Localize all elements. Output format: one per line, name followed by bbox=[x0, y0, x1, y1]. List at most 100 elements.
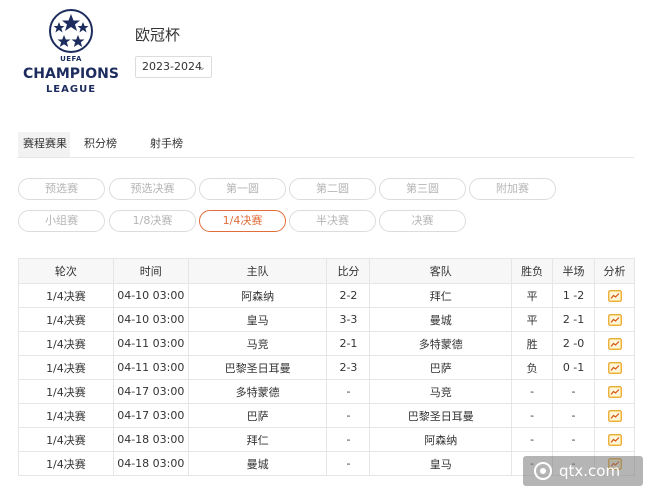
cell-halftime: - bbox=[552, 427, 596, 452]
cell-away-team[interactable]: 巴黎圣日耳曼 bbox=[369, 403, 513, 428]
round-third[interactable]: 第三圆 bbox=[379, 178, 466, 200]
col-header-home: 主队 bbox=[187, 258, 328, 284]
logo-champions-text: CHAMPIONS bbox=[23, 66, 119, 82]
starball-icon bbox=[49, 9, 93, 53]
cell-result: - bbox=[511, 379, 554, 404]
tab-schedule[interactable]: 赛程赛果 bbox=[18, 132, 70, 157]
cell-home-team[interactable]: 曼城 bbox=[187, 451, 328, 476]
cell-time: 04-11 03:00 bbox=[112, 331, 189, 356]
schedule-table: 轮次 时间 主队 比分 客队 胜负 半场 分析 1/4决赛 04-10 03:00… bbox=[18, 258, 635, 476]
cell-round: 1/4决赛 bbox=[18, 427, 114, 452]
cell-analysis bbox=[594, 379, 635, 404]
cell-result: 胜 bbox=[511, 331, 554, 356]
competition-header: UEFA CHAMPIONS LEAGUE 欧冠杯 2023-2024 ⌄ bbox=[0, 0, 650, 110]
round-qualifying[interactable]: 预选赛 bbox=[18, 178, 105, 200]
cell-round: 1/4决赛 bbox=[18, 331, 114, 356]
cell-score: - bbox=[326, 379, 371, 404]
table-row: 1/4决赛 04-10 03:00 皇马 3-3 曼城平 2 -1 bbox=[18, 307, 635, 332]
cell-away-team[interactable]: 曼城 bbox=[369, 307, 513, 332]
season-select[interactable]: 2023-2024 ⌄ bbox=[135, 56, 212, 78]
cell-home-team[interactable]: 巴黎圣日耳曼 bbox=[187, 355, 328, 380]
analysis-chart-icon[interactable] bbox=[607, 386, 622, 398]
col-header-analysis: 分析 bbox=[594, 258, 635, 284]
analysis-chart-icon[interactable] bbox=[607, 338, 622, 350]
round-of-16[interactable]: 1/8决赛 bbox=[109, 210, 196, 232]
cell-home-team[interactable]: 巴萨 bbox=[187, 403, 328, 428]
cell-halftime: 1 -2 bbox=[552, 283, 596, 308]
analysis-chart-icon[interactable] bbox=[607, 314, 622, 326]
cell-analysis bbox=[594, 403, 635, 428]
cell-away-team[interactable]: 巴萨 bbox=[369, 355, 513, 380]
cell-time: 04-10 03:00 bbox=[112, 307, 189, 332]
col-header-round: 轮次 bbox=[18, 258, 114, 284]
cell-result: - bbox=[511, 403, 554, 428]
analysis-chart-icon[interactable] bbox=[607, 410, 622, 422]
round-final[interactable]: 决赛 bbox=[379, 210, 466, 232]
analysis-chart-icon[interactable] bbox=[607, 290, 622, 302]
cell-home-team[interactable]: 拜仁 bbox=[187, 427, 328, 452]
table-header-row: 轮次 时间 主队 比分 客队 胜负 半场 分析 bbox=[18, 258, 635, 284]
round-first[interactable]: 第一圆 bbox=[199, 178, 286, 200]
competition-title: 欧冠杯 bbox=[135, 26, 181, 44]
table-row: 1/4决赛 04-11 03:00 巴黎圣日耳曼 2-3 巴萨负 0 -1 bbox=[18, 355, 635, 380]
tab-standings[interactable]: 积分榜 bbox=[84, 132, 128, 157]
table-row: 1/4决赛 04-17 03:00 巴萨 - 巴黎圣日耳曼 - - bbox=[18, 403, 635, 428]
cell-halftime: - bbox=[552, 403, 596, 428]
cell-away-team[interactable]: 阿森纳 bbox=[369, 427, 513, 452]
cell-analysis bbox=[594, 331, 635, 356]
cell-halftime: 2 -0 bbox=[552, 331, 596, 356]
col-header-halftime: 半场 bbox=[552, 258, 596, 284]
cell-time: 04-11 03:00 bbox=[112, 355, 189, 380]
cell-time: 04-18 03:00 bbox=[112, 427, 189, 452]
cell-score: 3-3 bbox=[326, 307, 371, 332]
round-playoff[interactable]: 附加赛 bbox=[469, 178, 556, 200]
cell-away-team[interactable]: 拜仁 bbox=[369, 283, 513, 308]
cell-round: 1/4决赛 bbox=[18, 403, 114, 428]
site-watermark: qtx.com bbox=[523, 456, 643, 486]
cell-home-team[interactable]: 皇马 bbox=[187, 307, 328, 332]
tab-scorers[interactable]: 射手榜 bbox=[150, 132, 194, 157]
cell-time: 04-17 03:00 bbox=[112, 403, 189, 428]
table-row: 1/4决赛 04-17 03:00 多特蒙德 - 马竞 - - bbox=[18, 379, 635, 404]
logo-uefa-text: UEFA bbox=[60, 55, 82, 63]
cell-time: 04-18 03:00 bbox=[112, 451, 189, 476]
cell-away-team[interactable]: 多特蒙德 bbox=[369, 331, 513, 356]
cell-result: 负 bbox=[511, 355, 554, 380]
col-header-time: 时间 bbox=[112, 258, 189, 284]
cell-halftime: - bbox=[552, 379, 596, 404]
cell-analysis bbox=[594, 307, 635, 332]
cell-round: 1/4决赛 bbox=[18, 307, 114, 332]
round-quarterfinal[interactable]: 1/4决赛 bbox=[199, 210, 286, 232]
analysis-chart-icon[interactable] bbox=[607, 434, 622, 446]
cell-halftime: 0 -1 bbox=[552, 355, 596, 380]
cell-score: 2-2 bbox=[326, 283, 371, 308]
cell-time: 04-10 03:00 bbox=[112, 283, 189, 308]
col-header-away: 客队 bbox=[369, 258, 513, 284]
cell-away-team[interactable]: 马竞 bbox=[369, 379, 513, 404]
cell-home-team[interactable]: 多特蒙德 bbox=[187, 379, 328, 404]
analysis-chart-icon[interactable] bbox=[607, 362, 622, 374]
col-header-score: 比分 bbox=[326, 258, 371, 284]
cell-score: - bbox=[326, 427, 371, 452]
chevron-down-icon: ⌄ bbox=[197, 62, 206, 73]
cell-round: 1/4决赛 bbox=[18, 379, 114, 404]
cell-score: 2-1 bbox=[326, 331, 371, 356]
cell-result: - bbox=[511, 427, 554, 452]
cell-home-team[interactable]: 阿森纳 bbox=[187, 283, 328, 308]
cell-away-team[interactable]: 皇马 bbox=[369, 451, 513, 476]
cell-round: 1/4决赛 bbox=[18, 451, 114, 476]
round-second[interactable]: 第二圆 bbox=[289, 178, 376, 200]
round-group-stage[interactable]: 小组赛 bbox=[18, 210, 105, 232]
schedule-table-body: 1/4决赛 04-10 03:00 阿森纳 2-2 拜仁平 1 -2 1/4决赛 04-10 … bbox=[18, 283, 635, 476]
cell-home-team[interactable]: 马竞 bbox=[187, 331, 328, 356]
round-qualifying-final[interactable]: 预选决赛 bbox=[109, 178, 196, 200]
cell-time: 04-17 03:00 bbox=[112, 379, 189, 404]
section-tabs: 赛程赛果 积分榜 射手榜 bbox=[18, 132, 634, 158]
watermark-logo-icon bbox=[534, 462, 552, 480]
cell-halftime: 2 -1 bbox=[552, 307, 596, 332]
round-semifinal[interactable]: 半决赛 bbox=[289, 210, 376, 232]
table-row: 1/4决赛 04-11 03:00 马竞 2-1 多特蒙德胜 2 -0 bbox=[18, 331, 635, 356]
cell-analysis bbox=[594, 355, 635, 380]
season-select-value: 2023-2024 bbox=[142, 60, 202, 73]
cell-analysis bbox=[594, 427, 635, 452]
